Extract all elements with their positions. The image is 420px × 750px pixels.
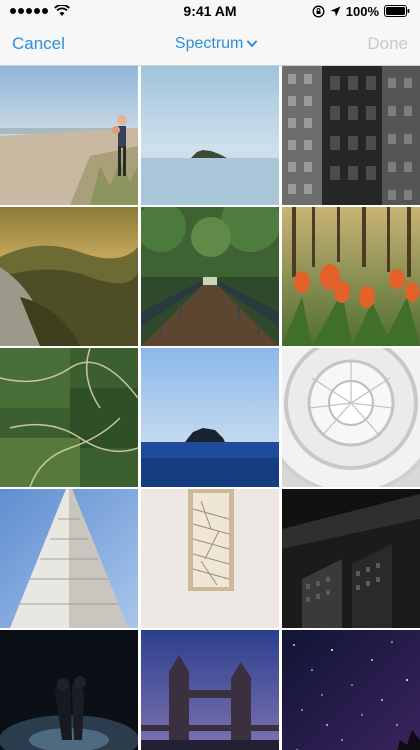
status-right: 100% bbox=[270, 4, 410, 19]
photo-thumbnail[interactable] bbox=[0, 630, 138, 750]
photo-dark-building bbox=[282, 489, 420, 628]
photo-rock-sea bbox=[141, 348, 279, 487]
photo-thumbnail[interactable] bbox=[282, 630, 420, 750]
photo-thumbnail[interactable] bbox=[282, 489, 420, 628]
photo-aerial-green bbox=[0, 348, 138, 487]
photo-tower-bridge bbox=[141, 630, 279, 750]
done-button[interactable]: Done bbox=[367, 34, 408, 54]
photo-thumbnail[interactable] bbox=[0, 348, 138, 487]
album-title-dropdown[interactable]: Spectrum bbox=[174, 34, 258, 53]
photo-staircase bbox=[141, 489, 279, 628]
photo-starry-sky bbox=[282, 630, 420, 750]
navigation-bar: Cancel Spectrum Done bbox=[0, 22, 420, 66]
photo-thumbnail[interactable] bbox=[0, 66, 138, 205]
photo-forest-bridge bbox=[141, 207, 279, 346]
photo-thumbnail[interactable] bbox=[141, 348, 279, 487]
photo-thumbnail[interactable] bbox=[0, 207, 138, 346]
photo-thumbnail[interactable] bbox=[282, 348, 420, 487]
photo-thumbnail[interactable] bbox=[0, 489, 138, 628]
signal-dots-icon bbox=[10, 8, 48, 14]
photo-couple-night bbox=[0, 630, 138, 750]
photo-spiral-ceiling bbox=[282, 348, 420, 487]
photo-tulips bbox=[282, 207, 420, 346]
chevron-down-icon bbox=[247, 40, 258, 47]
location-arrow-icon bbox=[330, 6, 341, 16]
wifi-icon bbox=[54, 5, 70, 16]
photo-thumbnail[interactable] bbox=[282, 207, 420, 346]
photo-misty-hills bbox=[0, 207, 138, 346]
photo-beach-person bbox=[0, 66, 138, 205]
battery-percent: 100% bbox=[345, 3, 379, 19]
photo-thumbnail[interactable] bbox=[282, 66, 420, 205]
orientation-lock-icon bbox=[312, 5, 325, 17]
photo-thumbnail[interactable] bbox=[141, 207, 279, 346]
photo-tall-tower bbox=[0, 489, 138, 628]
cancel-button[interactable]: Cancel bbox=[12, 34, 65, 54]
status-time: 9:41 AM bbox=[183, 3, 237, 19]
status-bar: 9:41 AM 100% bbox=[0, 0, 420, 22]
photo-thumbnail[interactable] bbox=[141, 630, 279, 750]
battery-icon bbox=[384, 5, 410, 17]
photo-building-facade bbox=[282, 66, 420, 205]
album-title: Spectrum bbox=[174, 34, 244, 52]
photo-grid bbox=[0, 66, 420, 750]
status-left bbox=[10, 5, 150, 17]
photo-island-sea bbox=[141, 66, 279, 205]
photo-thumbnail[interactable] bbox=[141, 489, 279, 628]
photo-thumbnail[interactable] bbox=[141, 66, 279, 205]
